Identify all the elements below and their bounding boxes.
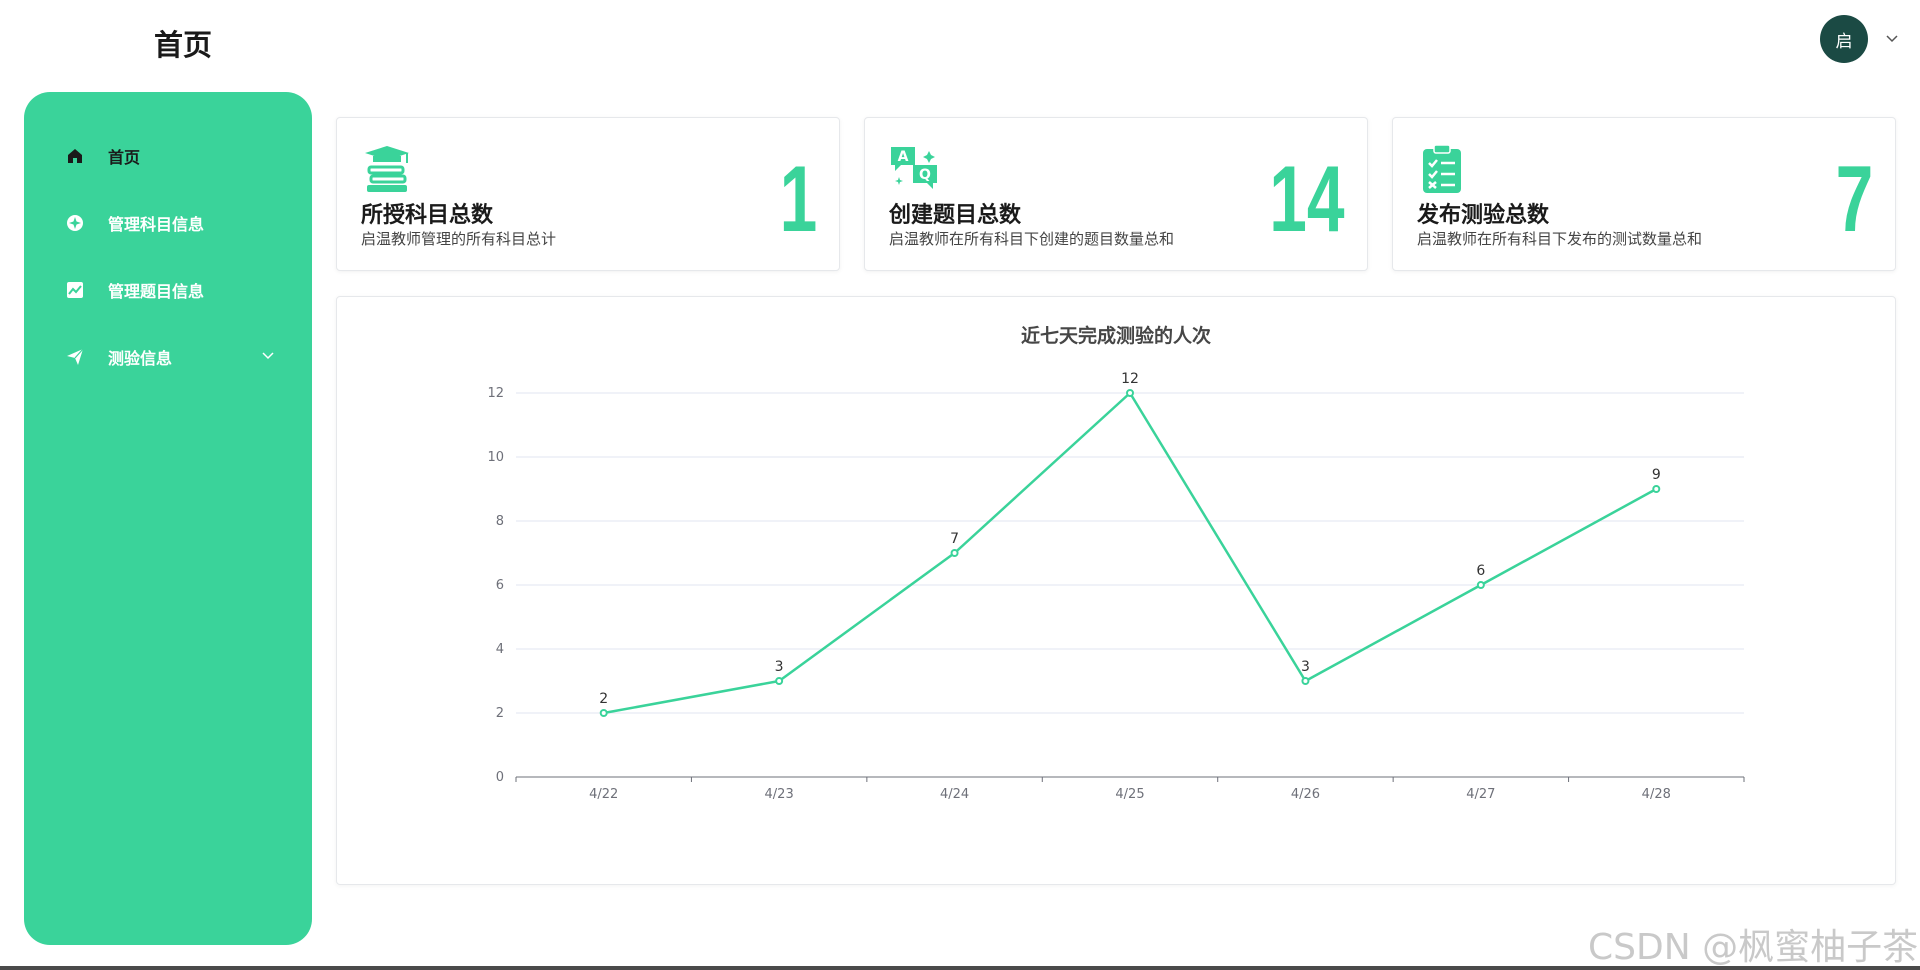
card-title: 发布测验总数 xyxy=(1417,203,1550,228)
user-avatar[interactable]: 启 xyxy=(1820,15,1868,63)
x-tick-label: 4/22 xyxy=(589,787,618,802)
card-description: 启温教师在所有科目下创建的题目数量总和 xyxy=(889,230,1175,248)
y-tick-label: 10 xyxy=(487,450,504,465)
card-value: 1 xyxy=(779,146,817,251)
paper-plane-icon xyxy=(64,346,86,368)
data-point xyxy=(775,677,784,685)
data-point xyxy=(1301,677,1310,685)
stat-card-subjects: 所授科目总数 启温教师管理的所有科目总计 1 xyxy=(336,117,840,271)
x-tick-label: 4/28 xyxy=(1642,787,1671,802)
svg-text:Q: Q xyxy=(919,167,931,183)
window-bottom-border xyxy=(0,966,1920,970)
page-title: 首页 xyxy=(154,28,213,62)
line-chart: 0 2 4 6 8 10 12 4/22 4/23 4/24 4/25 4/26 4/27 4/28 2 3 7… xyxy=(487,371,1745,802)
card-title: 所授科目总数 xyxy=(361,203,494,228)
y-tick-label: 2 xyxy=(496,706,504,721)
card-value: 14 xyxy=(1269,146,1345,251)
data-label: 12 xyxy=(1121,371,1139,387)
graduation-books-icon xyxy=(365,146,409,192)
sidebar-item-manage-questions[interactable]: 管理题目信息 xyxy=(24,256,312,323)
data-label: 6 xyxy=(1476,563,1485,579)
sidebar-item-manage-subjects[interactable]: 管理科目信息 xyxy=(24,189,312,256)
chevron-down-icon[interactable] xyxy=(1883,29,1901,47)
line-chart-icon xyxy=(64,279,86,301)
y-tick-label: 4 xyxy=(496,642,504,657)
home-icon xyxy=(64,145,86,167)
series-line xyxy=(603,391,1657,715)
data-point xyxy=(1652,485,1661,493)
data-label: 9 xyxy=(1652,467,1661,483)
sidebar-item-quiz-info[interactable]: 测验信息 xyxy=(24,323,312,390)
watermark: CSDN @枫蜜柚子茶 xyxy=(1588,927,1919,968)
qa-chat-icon: A Q xyxy=(891,147,937,189)
chart-panel: 近七天完成测验的人次 0 2 4 6 8 10 12 4/22 4/23 4/24 4/25 4/26… xyxy=(336,296,1896,885)
data-point xyxy=(1126,389,1134,397)
card-title: 创建题目总数 xyxy=(889,203,1022,228)
data-point xyxy=(950,549,959,557)
x-tick-label: 4/27 xyxy=(1466,787,1495,802)
chevron-down-icon[interactable] xyxy=(260,347,276,363)
clipboard-checklist-icon xyxy=(1423,144,1461,193)
stat-card-quizzes: 发布测验总数 启温教师在所有科目下发布的测试数量总和 7 xyxy=(1392,117,1896,271)
sidebar-item-label: 管理题目信息 xyxy=(108,281,205,301)
card-description: 启温教师管理的所有科目总计 xyxy=(361,230,557,248)
data-point xyxy=(599,709,608,717)
compass-icon xyxy=(64,212,86,234)
y-tick-label: 6 xyxy=(496,578,504,593)
data-label: 3 xyxy=(1301,659,1310,675)
data-point xyxy=(1476,581,1485,589)
data-label: 2 xyxy=(599,691,608,707)
data-label: 3 xyxy=(775,659,784,675)
stat-card-questions: A Q 创建题目总数 启温教师在所有科目下创建的题目数量总和 14 xyxy=(864,117,1368,271)
y-tick-label: 8 xyxy=(496,514,504,529)
card-value: 7 xyxy=(1835,146,1873,251)
svg-text:A: A xyxy=(898,149,909,165)
x-tick-label: 4/24 xyxy=(940,787,969,802)
sidebar: 首页 管理科目信息 管理题目信息 测验信息 xyxy=(24,92,312,945)
y-tick-label: 12 xyxy=(487,386,504,401)
y-tick-label: 0 xyxy=(496,770,504,785)
x-tick-label: 4/25 xyxy=(1115,787,1144,802)
sidebar-item-label: 测验信息 xyxy=(108,348,173,368)
sidebar-item-label: 首页 xyxy=(108,147,141,167)
sidebar-item-label: 管理科目信息 xyxy=(108,214,205,234)
card-description: 启温教师在所有科目下发布的测试数量总和 xyxy=(1417,230,1703,248)
x-tick-label: 4/26 xyxy=(1291,787,1320,802)
sidebar-item-home[interactable]: 首页 xyxy=(24,122,312,189)
data-label: 7 xyxy=(950,531,959,547)
x-tick-label: 4/23 xyxy=(765,787,794,802)
